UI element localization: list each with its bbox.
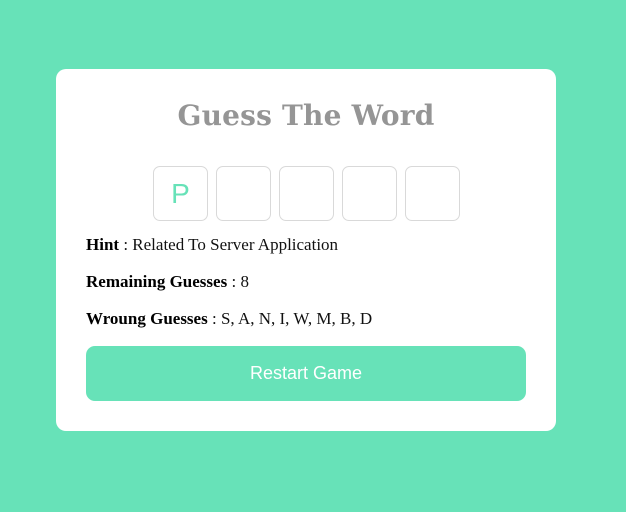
remaining-guesses-row: Remaining Guesses : 8: [86, 272, 249, 292]
letter-slot-3[interactable]: [279, 166, 334, 221]
hint-separator: :: [119, 235, 133, 254]
remaining-guesses-value: 8: [240, 272, 249, 291]
wrong-guesses-row: Wroung Guesses : S, A, N, I, W, M, B, D: [86, 309, 372, 329]
letter-slot-2[interactable]: [216, 166, 271, 221]
game-card: Guess The Word P Hint : Related To Serve…: [56, 69, 556, 431]
remaining-guesses-label: Remaining Guesses: [86, 272, 228, 291]
wrong-separator: :: [207, 309, 221, 328]
restart-game-button[interactable]: Restart Game: [86, 346, 526, 401]
wrong-guesses-value: S, A, N, I, W, M, B, D: [220, 309, 373, 328]
letter-slot-5[interactable]: [405, 166, 460, 221]
game-title: Guess The Word: [177, 99, 435, 132]
letter-slots: P: [153, 166, 460, 221]
letter-slot-1[interactable]: P: [153, 166, 208, 221]
hint-label: Hint: [86, 235, 120, 254]
hint-row: Hint : Related To Server Application: [86, 235, 338, 255]
letter-slot-4[interactable]: [342, 166, 397, 221]
remaining-separator: :: [227, 272, 241, 291]
hint-value: Related To Server Application: [132, 235, 339, 254]
wrong-guesses-label: Wroung Guesses: [86, 309, 208, 328]
